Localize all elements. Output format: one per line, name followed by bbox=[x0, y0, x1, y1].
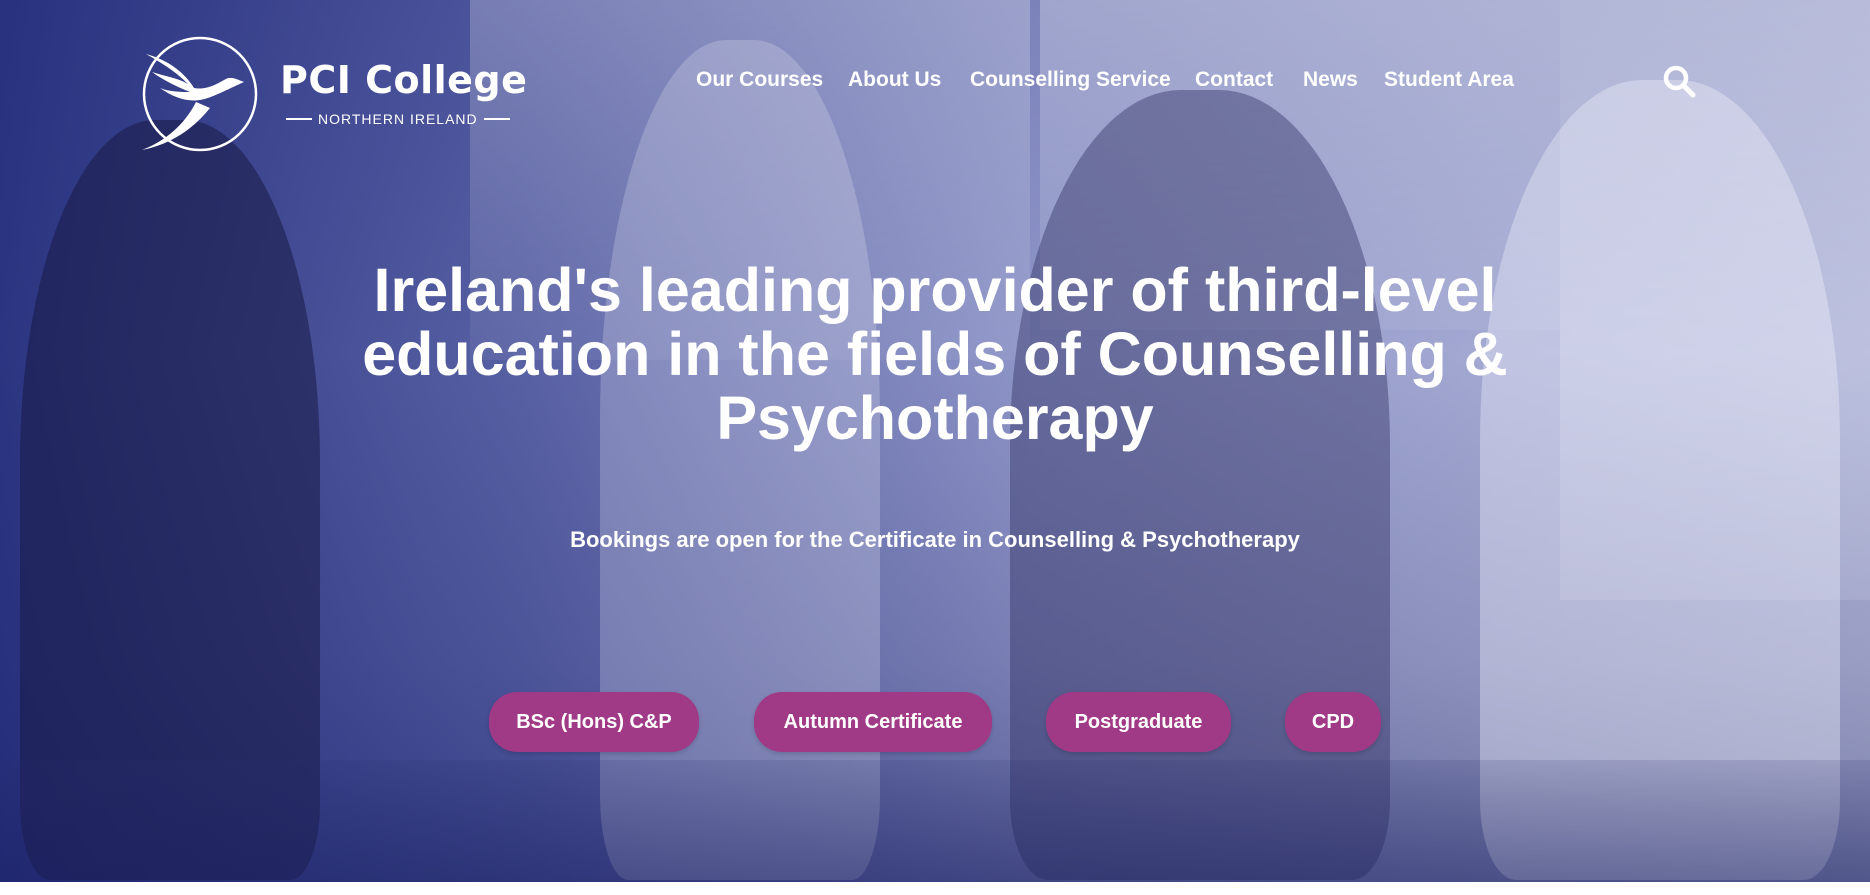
autumn-certificate-button[interactable]: Autumn Certificate bbox=[754, 692, 992, 752]
search-button[interactable] bbox=[1662, 64, 1696, 98]
nav-counselling-service[interactable]: Counselling Service bbox=[970, 68, 1171, 92]
hero-section: PCI College NORTHERN IRELAND Our Courses… bbox=[0, 0, 1870, 882]
bsc-hons-button[interactable]: BSc (Hons) C&P bbox=[489, 692, 699, 752]
nav-our-courses[interactable]: Our Courses bbox=[696, 68, 823, 92]
nav-contact[interactable]: Contact bbox=[1195, 68, 1273, 92]
postgraduate-button[interactable]: Postgraduate bbox=[1046, 692, 1231, 752]
logo-rule bbox=[286, 118, 312, 120]
background-floor bbox=[0, 760, 1870, 882]
nav-news[interactable]: News bbox=[1303, 68, 1358, 92]
hero-headline: Ireland's leading provider of third-leve… bbox=[362, 256, 1508, 452]
cpd-button[interactable]: CPD bbox=[1285, 692, 1381, 752]
nav-student-area[interactable]: Student Area bbox=[1384, 68, 1514, 92]
nav-about-us[interactable]: About Us bbox=[848, 68, 941, 92]
background-person bbox=[600, 40, 880, 880]
logo-rule bbox=[483, 118, 510, 120]
brand-subtitle: NORTHERN IRELAND bbox=[318, 111, 478, 127]
main-nav: Our Courses About Us Counselling Service… bbox=[0, 68, 1870, 98]
hero-subline: Bookings are open for the Certificate in… bbox=[570, 527, 1300, 552]
page-bottom-edge bbox=[0, 882, 1870, 895]
search-icon bbox=[1663, 65, 1696, 98]
